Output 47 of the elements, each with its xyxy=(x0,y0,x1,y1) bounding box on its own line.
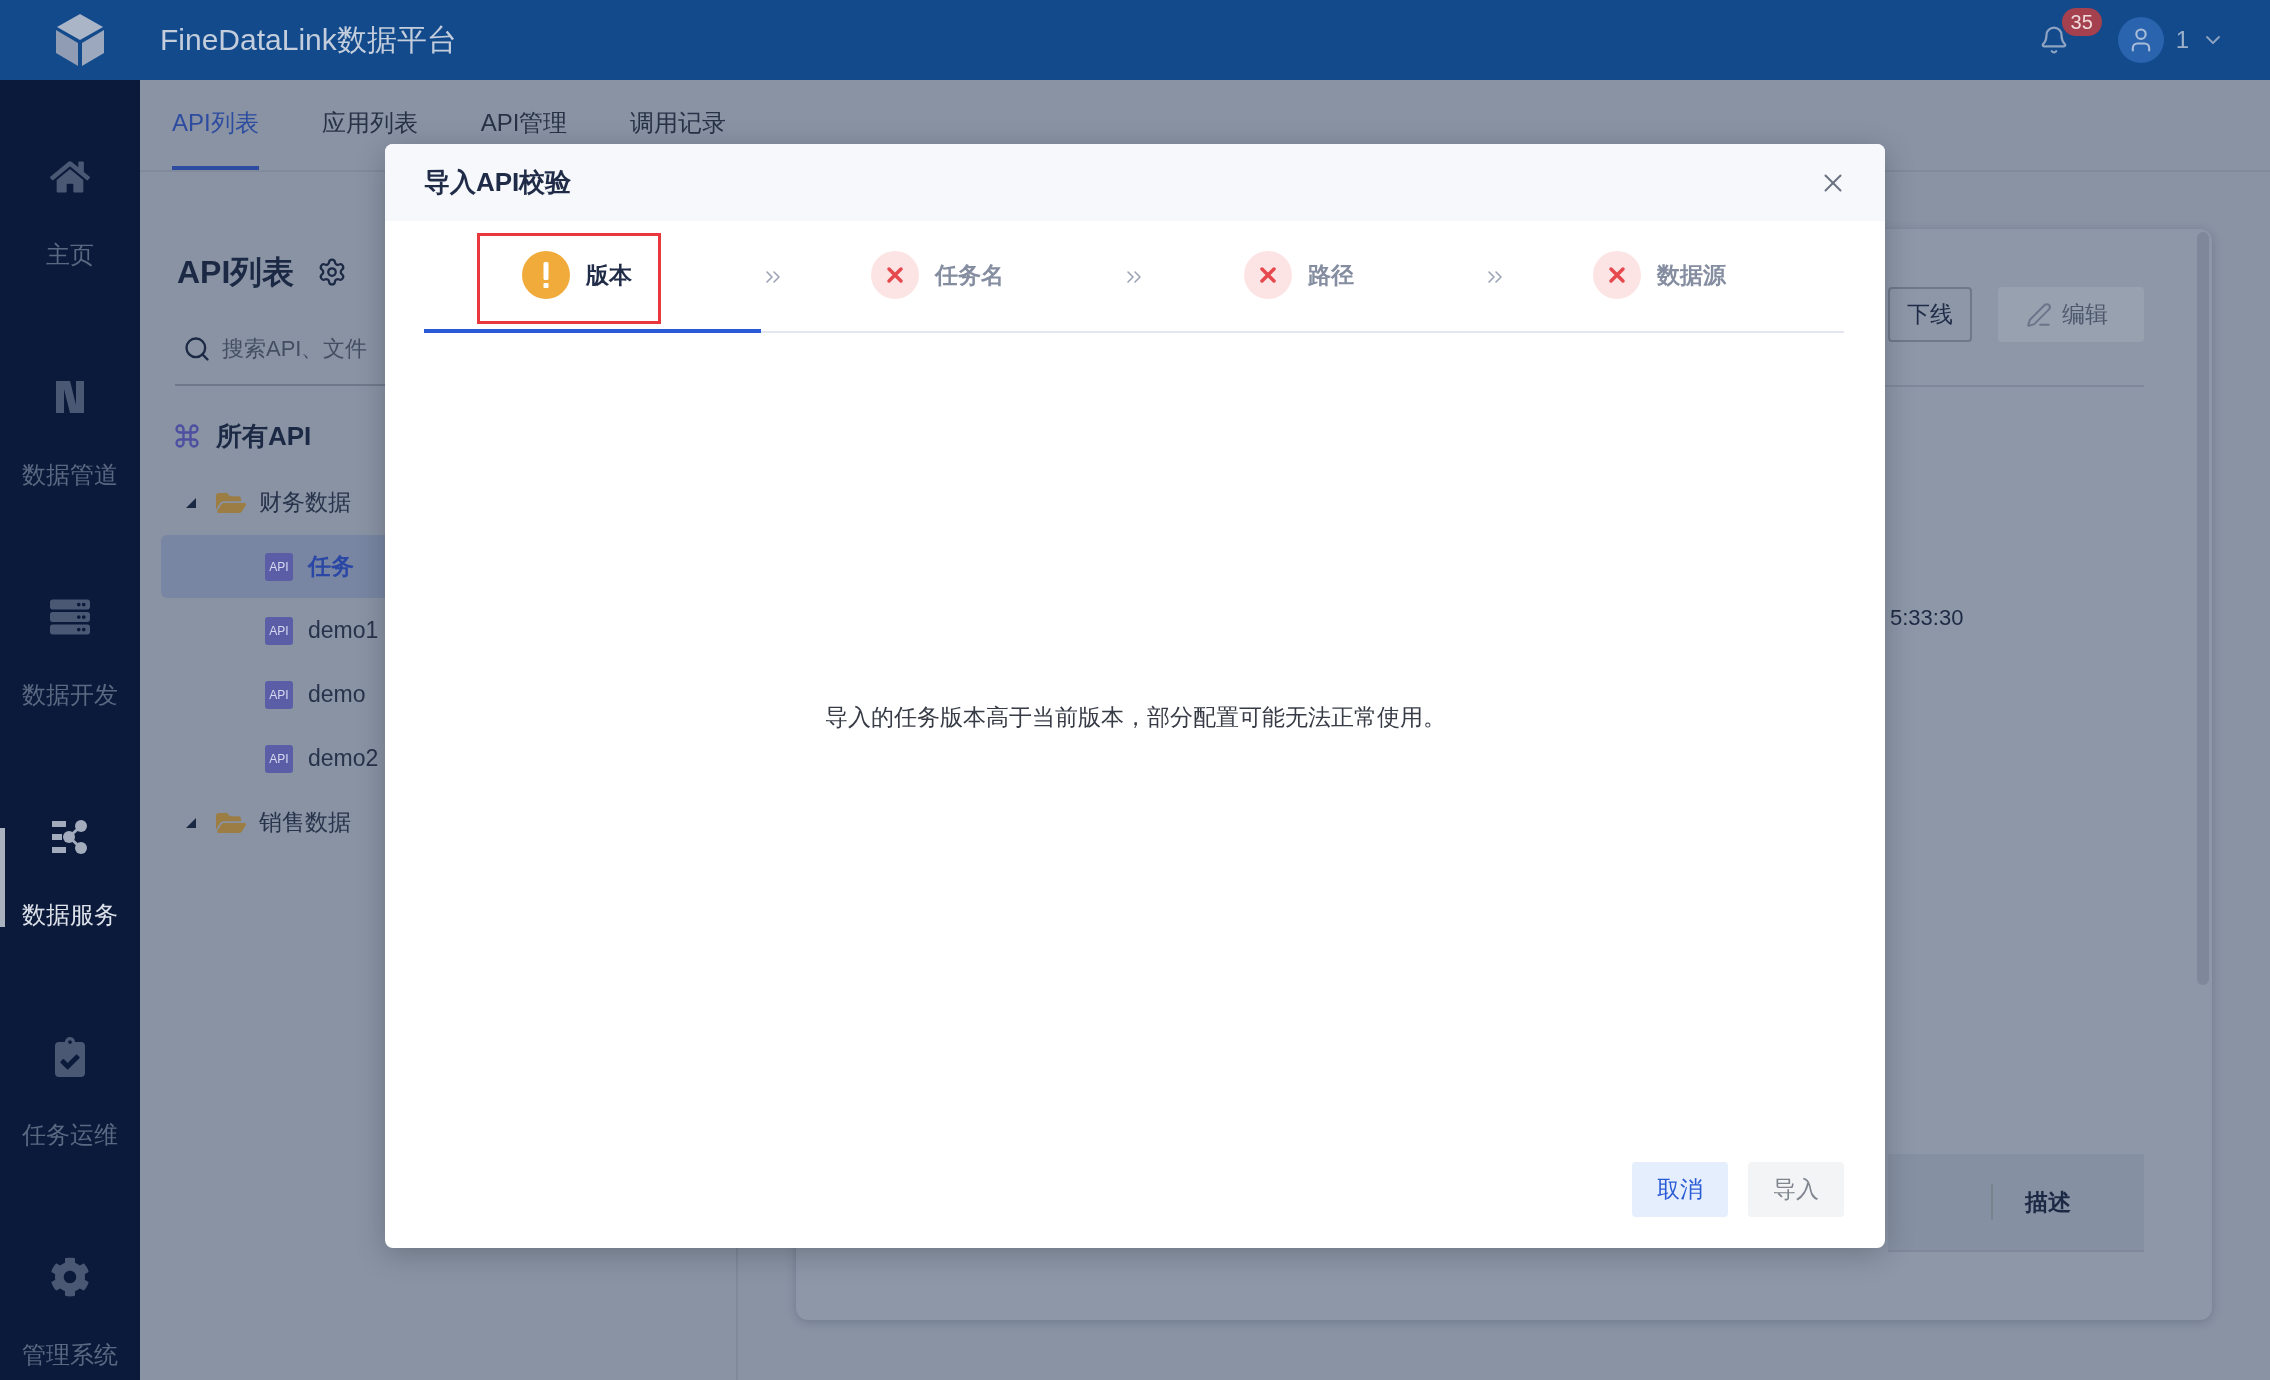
nav-item[interactable]: 数据服务 xyxy=(0,817,140,933)
caret-icon[interactable] xyxy=(186,817,196,828)
tree-item[interactable]: 所有API xyxy=(140,416,385,456)
error-icon xyxy=(1593,251,1641,299)
column-header: 描述 xyxy=(2023,1187,2071,1217)
settings-icon xyxy=(50,1257,90,1297)
tree-item[interactable]: 销售数据 xyxy=(161,791,385,854)
nav-item[interactable]: 数据管道 xyxy=(0,377,140,493)
caret-icon[interactable] xyxy=(186,497,196,508)
api-badge: API xyxy=(265,616,293,645)
time-text: 5:33:30 xyxy=(1890,604,1965,632)
tree-item[interactable]: API demo1 xyxy=(161,599,385,662)
tab[interactable]: 应用列表 xyxy=(321,80,418,170)
panel-title: API列表 xyxy=(177,253,295,292)
tab[interactable]: API列表 xyxy=(172,80,259,170)
nav-item[interactable]: 管理系统 xyxy=(0,1257,140,1373)
user-menu[interactable]: 1 xyxy=(2117,17,2225,63)
tree-item[interactable]: API demo2 xyxy=(161,727,385,790)
notification-badge: 35 xyxy=(2061,8,2102,36)
api-badge: API xyxy=(265,680,293,709)
tree-item[interactable]: 财务数据 xyxy=(161,471,385,534)
command-icon xyxy=(173,422,201,450)
share-nodes-icon xyxy=(50,817,90,857)
pencil-icon xyxy=(2026,301,2052,328)
warning-icon xyxy=(521,251,570,299)
nav-item[interactable]: 任务运维 xyxy=(0,1037,140,1153)
step-tab[interactable]: 任务名 xyxy=(785,221,1122,333)
nav-item[interactable]: 主页 xyxy=(0,157,140,273)
api-badge: API xyxy=(265,552,293,581)
avatar-icon xyxy=(2117,17,2164,63)
step-tab[interactable]: 版本 xyxy=(424,221,761,333)
tree-item[interactable]: API 任务 xyxy=(161,535,385,598)
dialog-title: 导入API校验 xyxy=(424,166,572,199)
server-icon xyxy=(50,597,90,637)
dialog-button[interactable]: 取消 xyxy=(1632,1162,1728,1217)
tree-item[interactable]: API demo xyxy=(161,663,385,726)
message-text: 导入的任务版本高于当前版本，部分配置可能无法正常使用。 xyxy=(824,703,1446,732)
search-field[interactable]: 搜索API、文件 xyxy=(222,329,385,369)
search-icon xyxy=(183,335,211,363)
error-icon xyxy=(871,251,919,299)
step-tab[interactable]: 路径 xyxy=(1146,221,1483,333)
action-button[interactable]: 下线 xyxy=(1888,287,1972,342)
api-badge: API xyxy=(265,744,293,773)
error-icon xyxy=(1243,251,1292,299)
step-tab[interactable]: 数据源 xyxy=(1507,221,1844,333)
app-title: FineDataLink数据平台 xyxy=(160,21,457,58)
nav-item[interactable]: 数据开发 xyxy=(0,597,140,713)
